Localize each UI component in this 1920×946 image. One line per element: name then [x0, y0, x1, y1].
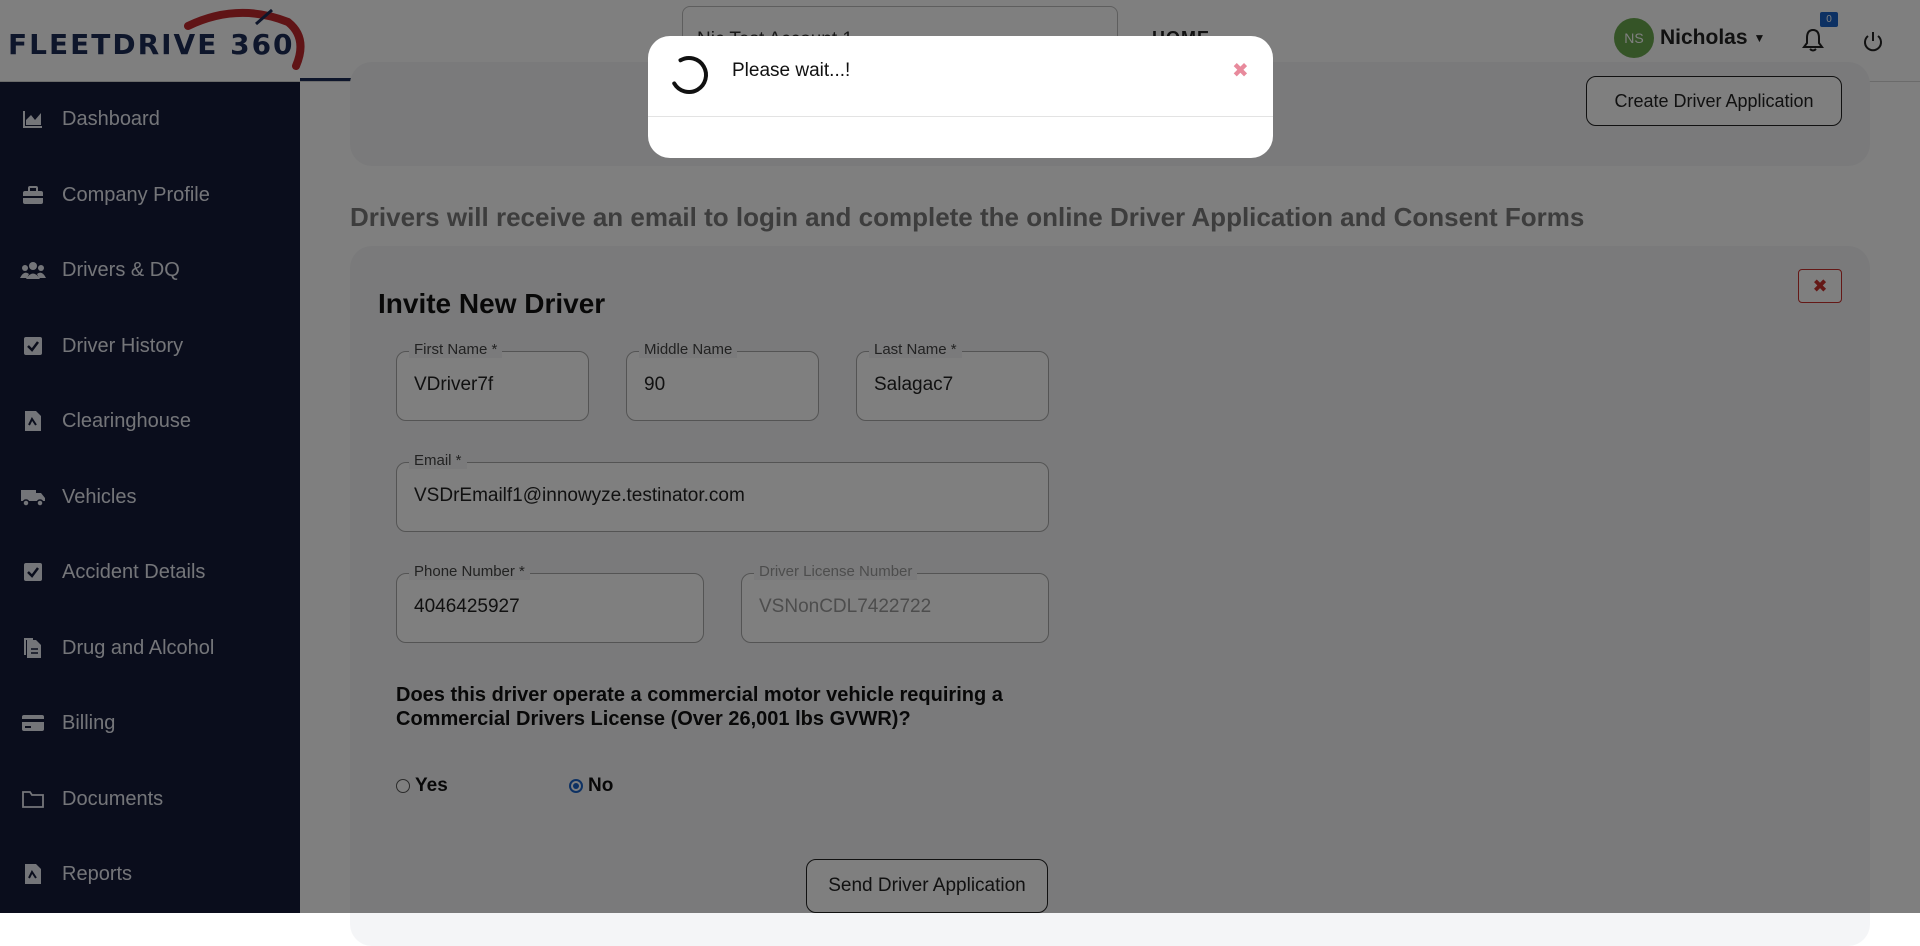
close-icon[interactable]: ✖: [1232, 58, 1249, 83]
loading-spinner-icon: [670, 56, 708, 94]
loading-modal: Please wait...! ✖: [648, 36, 1273, 158]
loading-message: Please wait...!: [732, 60, 851, 81]
modal-divider: [648, 116, 1273, 117]
